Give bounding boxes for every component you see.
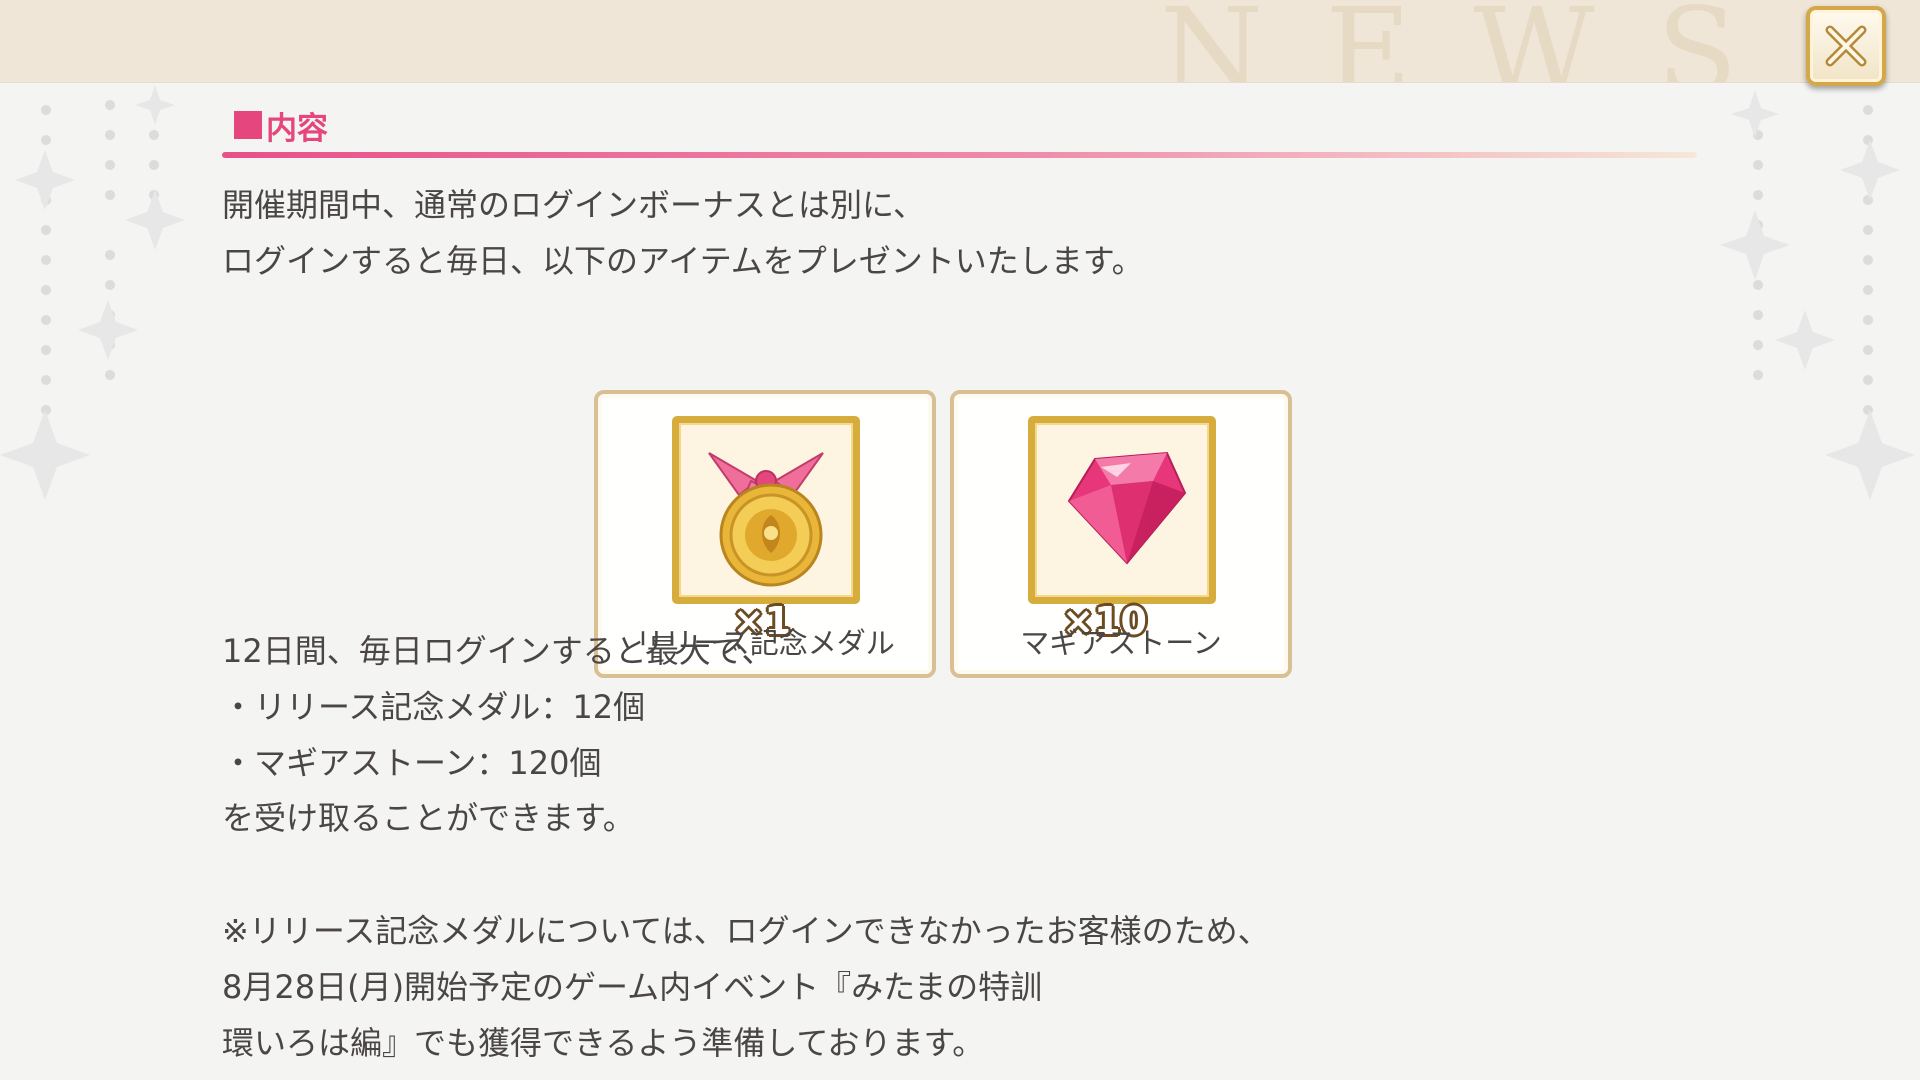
intro-line-2: ログインすると毎日、以下のアイテムをプレゼントいたします。 [222, 242, 1144, 280]
close-icon [1825, 25, 1867, 67]
sparkle-right-icon [1720, 90, 1915, 500]
section-title: 内容 [266, 110, 328, 147]
medal-icon [708, 452, 824, 587]
close-button[interactable] [1806, 6, 1886, 86]
note-line-1: ※リリース記念メダルについては、ログインできなかったお客様のため、 [222, 912, 1270, 950]
item-name-gem: マギアストーン [1020, 626, 1222, 660]
item-card-gem: ×10 マギアストーン [950, 390, 1292, 678]
summary-line-4: を受け取ることができます。 [222, 799, 635, 837]
item-thumbnail-medal: ×1 [672, 416, 860, 643]
section-heading: 内容 [222, 100, 328, 150]
note-line-2: 8月28日(月)開始予定のゲーム内イベント『みたまの特訓 [222, 968, 1043, 1006]
news-watermark: NEWS [1160, 0, 1800, 83]
intro-line-1: 開催期間中、通常のログインボーナスとは別に、 [222, 186, 926, 224]
heading-underline [222, 152, 1697, 158]
summary-line-3: ・マギアストーン：120個 [222, 744, 602, 782]
news-header-bar: NEWS [0, 0, 1920, 83]
gem-icon [1067, 451, 1187, 565]
summary-line-1: 12日間、毎日ログインすると最大で、 [222, 632, 774, 670]
note-line-3: 環いろは編』でも獲得できるよう準備しております。 [222, 1024, 985, 1062]
heading-square-marker [234, 111, 262, 139]
sparkle-left-icon [0, 85, 185, 500]
item-thumbnail-gem: ×10 [1028, 416, 1216, 643]
summary-line-2: ・リリース記念メダル：12個 [222, 688, 646, 726]
